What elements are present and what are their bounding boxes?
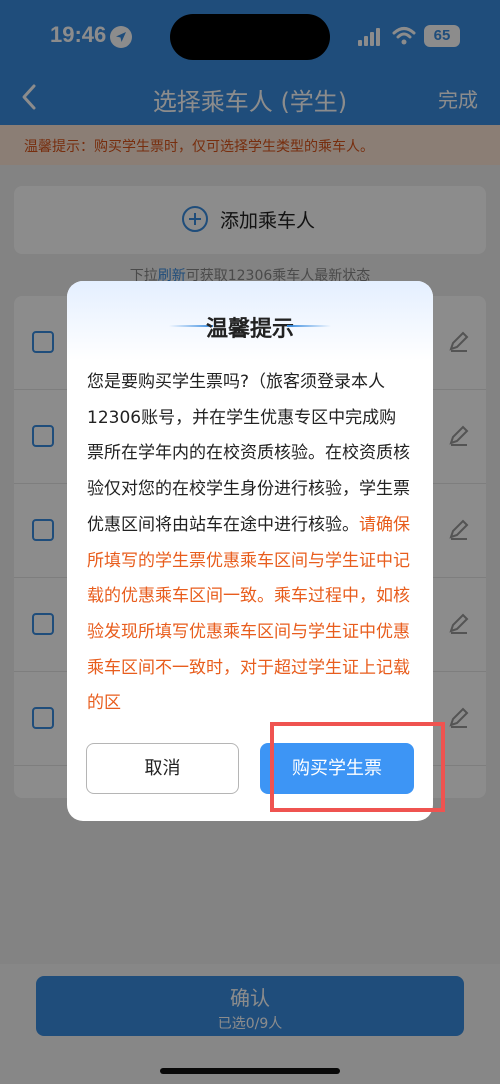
dialog-body[interactable]: 您是要购买学生票吗?（旅客须登录本人12306账号，并在学生优惠专区中完成购票所… xyxy=(87,365,413,715)
dialog-title: 温馨提示 xyxy=(205,317,294,342)
dialog-body-text: 您是要购买学生票吗?（旅客须登录本人12306账号，并在学生优惠专区中完成购票所… xyxy=(87,372,410,535)
highlight-box xyxy=(270,722,445,812)
title-decor-right xyxy=(287,325,331,327)
dialog-warning-text: 请确保所填写的学生票优惠乘车区间与学生证中记载的优惠乘车区间一致。乘车过程中，如… xyxy=(87,514,410,714)
cancel-button[interactable]: 取消 xyxy=(86,743,239,794)
